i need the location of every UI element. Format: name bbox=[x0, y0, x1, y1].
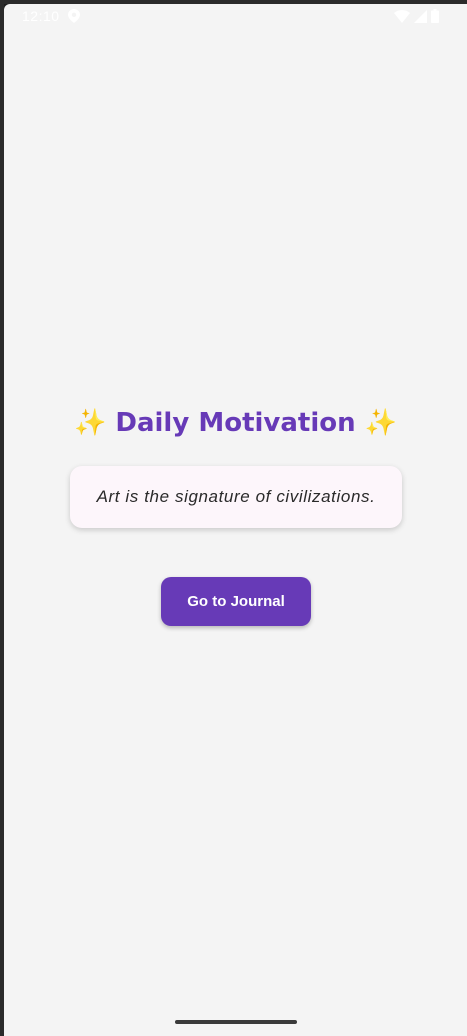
quote-card: Art is the signature of civilizations. bbox=[70, 466, 402, 528]
page-title: ✨ Daily Motivation ✨ bbox=[73, 408, 398, 438]
home-indicator[interactable] bbox=[175, 1020, 297, 1024]
go-to-journal-button[interactable]: Go to Journal bbox=[161, 577, 311, 626]
app-screen: 12:10 ✨ Daily Motivation ✨ Art is the si… bbox=[4, 4, 467, 1036]
quote-text: Art is the signature of civilizations. bbox=[96, 487, 376, 506]
main-content: ✨ Daily Motivation ✨ Art is the signatur… bbox=[4, 4, 467, 1036]
